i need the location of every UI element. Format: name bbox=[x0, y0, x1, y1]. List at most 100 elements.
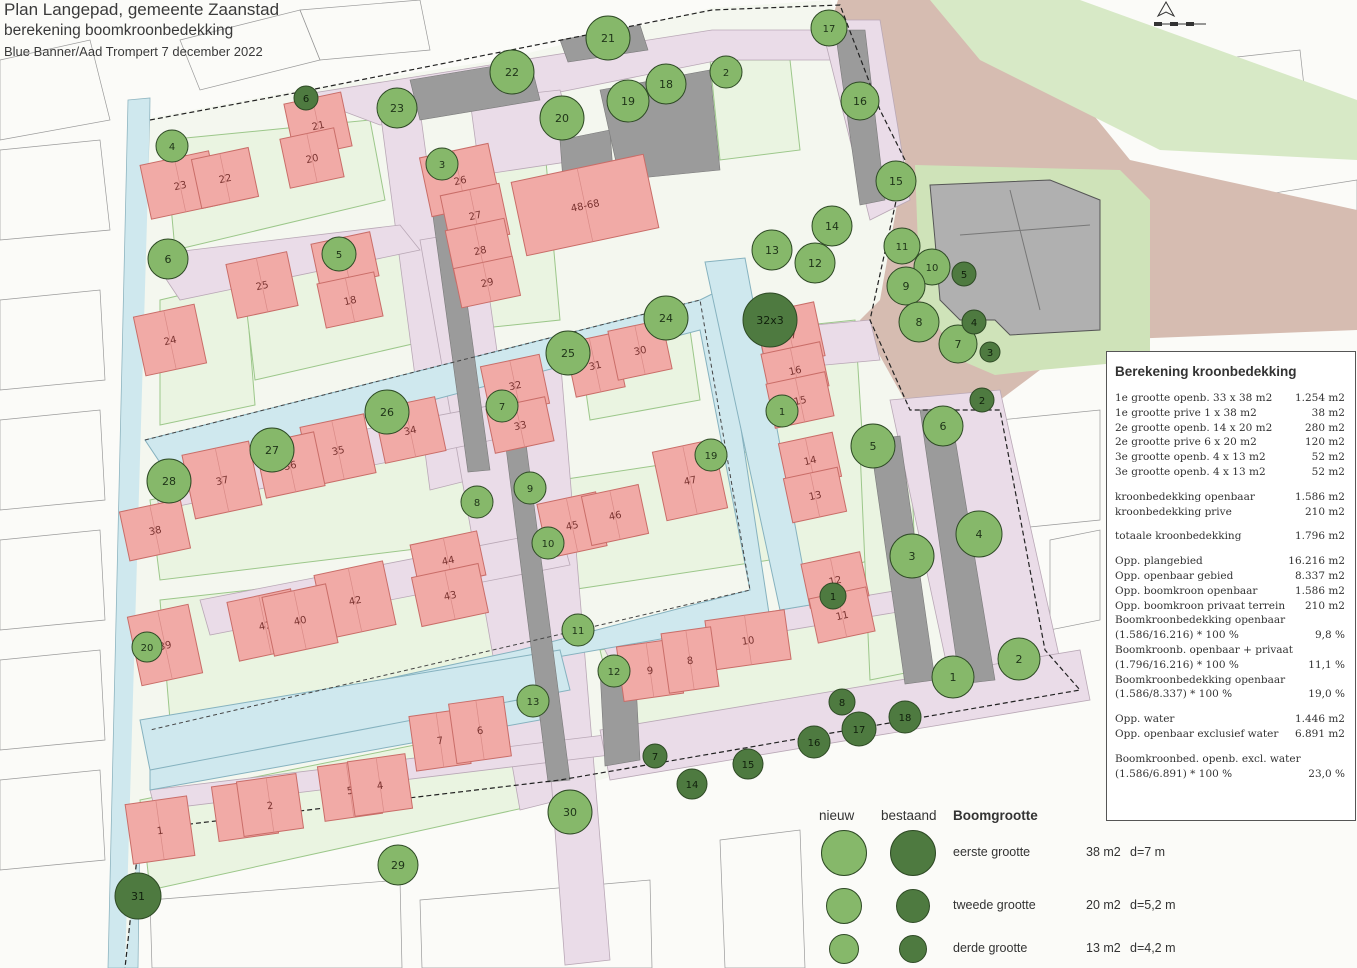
new-tree[interactable]: 1 bbox=[765, 394, 799, 428]
new-tree-number: 30 bbox=[563, 806, 577, 819]
new-tree[interactable]: 8 bbox=[460, 485, 494, 519]
new-tree-number: 16 bbox=[853, 95, 867, 108]
existing-tree-number: 2 bbox=[979, 396, 985, 407]
new-tree[interactable]: 30 bbox=[547, 789, 593, 835]
house-block[interactable]: 2 bbox=[235, 773, 305, 837]
legend-new-tree-icon bbox=[829, 934, 859, 964]
new-tree[interactable]: 28 bbox=[146, 458, 192, 504]
existing-tree[interactable]: 16 bbox=[797, 725, 831, 759]
existing-tree[interactable]: 15 bbox=[732, 748, 764, 780]
calc-row: (1.586/8.337) * 100 % 19,0 % bbox=[1115, 687, 1345, 702]
new-tree-number: 20 bbox=[141, 643, 154, 654]
new-tree-number: 11 bbox=[896, 242, 909, 253]
new-tree[interactable]: 16 bbox=[840, 81, 880, 121]
existing-tree[interactable]: 31 bbox=[114, 872, 162, 920]
new-tree[interactable]: 19 bbox=[606, 79, 650, 123]
existing-tree[interactable]: 6 bbox=[293, 85, 319, 111]
existing-tree[interactable]: 14 bbox=[676, 768, 708, 800]
new-tree-number: 29 bbox=[391, 859, 405, 872]
new-tree[interactable]: 17 bbox=[810, 9, 848, 47]
house-block[interactable]: 4 bbox=[346, 753, 414, 817]
new-tree[interactable]: 1 bbox=[931, 655, 975, 699]
plan-title: Plan Langepad, gemeente Zaanstad bbox=[4, 0, 280, 19]
calc-label: 3e grootte openb. 4 x 13 m2 bbox=[1115, 465, 1266, 478]
new-tree[interactable]: 12 bbox=[597, 654, 631, 688]
calc-value: 11,1 % bbox=[1308, 658, 1345, 671]
new-tree[interactable]: 20 bbox=[539, 95, 585, 141]
calc-label: Opp. water bbox=[1115, 713, 1175, 726]
existing-tree[interactable]: 8 bbox=[828, 688, 856, 716]
new-tree[interactable]: 4 bbox=[955, 510, 1003, 558]
new-tree[interactable]: 27 bbox=[249, 427, 295, 473]
existing-tree[interactable]: 3 bbox=[979, 341, 1001, 363]
new-tree[interactable]: 8 bbox=[898, 301, 940, 343]
new-tree[interactable]: 9 bbox=[513, 471, 547, 505]
new-tree-number: 25 bbox=[561, 347, 575, 360]
new-tree[interactable]: 23 bbox=[376, 87, 418, 129]
new-tree[interactable]: 2 bbox=[997, 637, 1041, 681]
house-block[interactable]: 20 bbox=[279, 127, 345, 189]
new-tree[interactable]: 15 bbox=[875, 160, 917, 202]
new-tree[interactable]: 5 bbox=[321, 236, 357, 272]
calc-row: kroonbedekking openbaar 1.586 m2 bbox=[1115, 490, 1345, 505]
existing-tree[interactable]: 7 bbox=[642, 743, 668, 769]
calc-row: Opp. plangebied 16.216 m2 bbox=[1115, 554, 1345, 569]
new-tree[interactable]: 25 bbox=[545, 330, 591, 376]
house-block[interactable]: 1 bbox=[124, 795, 196, 865]
new-tree[interactable]: 9 bbox=[886, 266, 926, 306]
calc-value: 16.216 m2 bbox=[1288, 555, 1345, 568]
new-tree[interactable]: 3 bbox=[425, 147, 459, 181]
new-tree[interactable]: 4 bbox=[155, 129, 189, 163]
new-tree[interactable]: 13 bbox=[751, 229, 793, 271]
new-tree-number: 19 bbox=[705, 451, 718, 462]
calculation-title: Berekening kroonbedekking bbox=[1115, 364, 1297, 379]
existing-tree[interactable]: 2 bbox=[969, 387, 995, 413]
existing-tree[interactable]: 5 bbox=[951, 261, 977, 287]
calc-value: 1.586 m2 bbox=[1294, 584, 1345, 597]
calc-value: 120 m2 bbox=[1304, 436, 1345, 449]
house-block[interactable]: 24 bbox=[132, 303, 208, 377]
new-tree[interactable]: 29 bbox=[377, 844, 419, 886]
calc-value: 1.796 m2 bbox=[1294, 530, 1345, 543]
calc-spacer bbox=[1115, 519, 1345, 529]
new-tree[interactable]: 6 bbox=[147, 238, 189, 280]
new-tree-number: 1 bbox=[950, 671, 957, 684]
new-tree[interactable]: 26 bbox=[364, 389, 410, 435]
new-tree[interactable]: 20 bbox=[131, 631, 163, 663]
house-block[interactable]: 8 bbox=[660, 626, 720, 694]
new-tree[interactable]: 6 bbox=[922, 405, 964, 447]
new-tree[interactable]: 11 bbox=[561, 613, 595, 647]
existing-tree[interactable]: 17 bbox=[841, 711, 877, 747]
existing-tree[interactable]: 32x3 bbox=[742, 292, 798, 348]
calc-row: 3e grootte openb. 4 x 13 m2 52 m2 bbox=[1115, 465, 1345, 480]
existing-tree[interactable]: 1 bbox=[819, 582, 847, 610]
new-tree[interactable]: 21 bbox=[585, 15, 631, 61]
house-block[interactable]: 40 bbox=[261, 583, 339, 657]
house-block[interactable]: 6 bbox=[448, 695, 512, 765]
new-tree[interactable]: 7 bbox=[485, 389, 519, 423]
legend-size-diameter: d=7 m bbox=[1130, 845, 1166, 859]
new-tree[interactable]: 12 bbox=[794, 242, 836, 284]
calc-value: 1.446 m2 bbox=[1294, 713, 1345, 726]
new-tree[interactable]: 19 bbox=[694, 438, 728, 472]
calc-label: (1.796/16.216) * 100 % bbox=[1115, 658, 1239, 671]
calc-value: 210 m2 bbox=[1304, 599, 1345, 612]
new-tree-number: 5 bbox=[336, 250, 342, 261]
new-tree[interactable]: 11 bbox=[883, 227, 921, 265]
existing-tree[interactable]: 18 bbox=[888, 700, 922, 734]
new-tree[interactable]: 3 bbox=[889, 533, 935, 579]
new-tree[interactable]: 13 bbox=[516, 684, 550, 718]
house-block[interactable]: 10 bbox=[704, 609, 792, 671]
new-tree[interactable]: 2 bbox=[709, 55, 743, 89]
calc-label: (1.586/6.891) * 100 % bbox=[1115, 767, 1233, 780]
existing-tree[interactable]: 4 bbox=[961, 309, 987, 335]
calc-value: 52 m2 bbox=[1311, 451, 1345, 464]
new-tree-number: 20 bbox=[555, 112, 569, 125]
new-tree[interactable]: 10 bbox=[531, 526, 565, 560]
new-tree[interactable]: 18 bbox=[645, 63, 687, 105]
new-tree[interactable]: 14 bbox=[811, 205, 853, 247]
new-tree[interactable]: 22 bbox=[489, 49, 535, 95]
new-tree[interactable]: 24 bbox=[643, 295, 689, 341]
calc-spacer bbox=[1115, 480, 1345, 490]
new-tree[interactable]: 5 bbox=[850, 423, 896, 469]
